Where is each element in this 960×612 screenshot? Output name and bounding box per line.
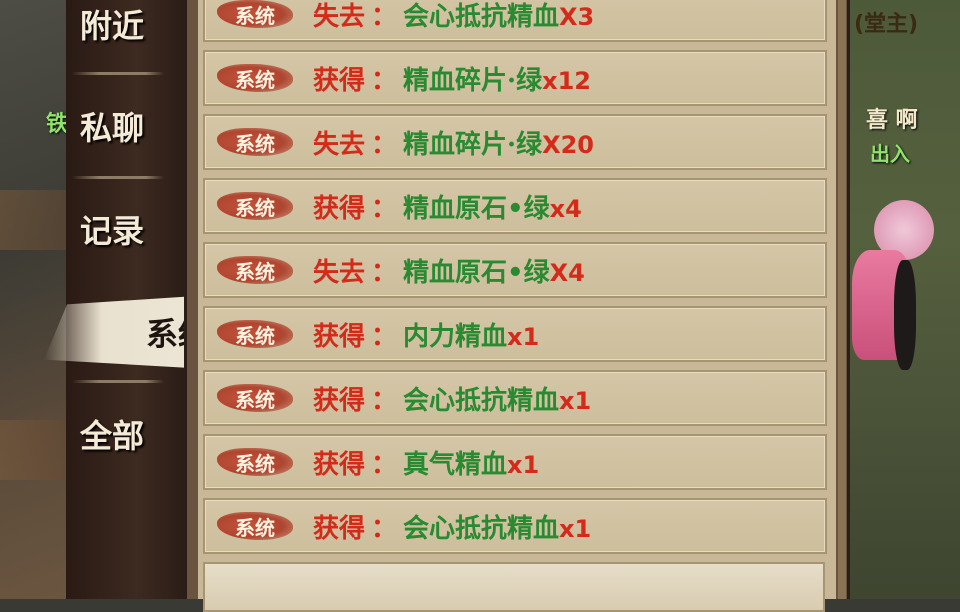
message-item: 真气精血 <box>403 449 508 480</box>
message-colon: ： <box>371 449 398 480</box>
message-item: 精血碎片·绿 <box>403 65 543 96</box>
message-quantity: x12 <box>542 66 591 95</box>
message-item: 精血原石•绿 <box>403 257 550 288</box>
message-colon: ： <box>371 385 398 416</box>
message-row[interactable]: 系统 获得：会心抵抗精血x1 <box>203 498 827 554</box>
message-quantity: x4 <box>549 194 582 223</box>
system-badge: 系统 <box>217 445 293 479</box>
tab-private-chat[interactable]: 私聊 <box>66 80 170 172</box>
message-item: 精血原石•绿 <box>403 193 550 224</box>
tab-all[interactable]: 全部 <box>66 388 170 480</box>
message-quantity: X4 <box>549 258 585 287</box>
message-quantity: x1 <box>507 322 540 351</box>
message-text: 获得：真气精血x1 <box>313 444 539 481</box>
message-quantity: X3 <box>559 2 595 31</box>
tab-divider <box>72 72 164 75</box>
tab-records[interactable]: 记录 <box>66 183 170 275</box>
message-quantity: x1 <box>559 386 592 415</box>
message-colon: ： <box>371 513 398 544</box>
system-badge: 系统 <box>217 125 293 159</box>
message-row[interactable]: 系统 失去：精血原石•绿X4 <box>203 242 827 298</box>
message-row[interactable]: 系统 获得：精血碎片·绿x12 <box>203 50 827 106</box>
message-item: 精血碎片·绿 <box>403 129 543 160</box>
message-verb: 获得 <box>313 385 366 416</box>
message-quantity: X20 <box>542 130 594 159</box>
chat-input-area[interactable] <box>203 562 825 612</box>
system-badge: 系统 <box>217 317 293 351</box>
message-item: 会心抵抗精血 <box>403 513 560 544</box>
message-text: 失去：精血碎片·绿X20 <box>313 124 594 161</box>
message-verb: 失去 <box>313 257 366 288</box>
system-badge: 系统 <box>217 509 293 543</box>
message-verb: 获得 <box>313 513 366 544</box>
message-row[interactable]: 系统 获得：真气精血x1 <box>203 434 827 490</box>
message-text: 获得：会心抵抗精血x1 <box>313 380 591 417</box>
tab-divider <box>72 380 164 383</box>
npc-name-left[interactable]: 铁 <box>46 106 68 138</box>
message-verb: 失去 <box>313 129 366 160</box>
message-colon: ： <box>371 257 398 288</box>
message-text: 失去：会心抵抗精血X3 <box>313 0 594 33</box>
character-shadow-icon <box>894 260 916 370</box>
chat-tab-column: 附近 私聊 记录 系统 全部 <box>44 0 236 599</box>
tab-nearby[interactable]: 附近 <box>66 0 170 70</box>
message-verb: 获得 <box>313 321 366 352</box>
message-text: 获得：精血原石•绿x4 <box>313 188 582 225</box>
message-row[interactable]: 系统 获得：内力精血x1 <box>203 306 827 362</box>
message-text: 获得：精血碎片·绿x12 <box>313 60 591 97</box>
npc-title[interactable]: (堂主) <box>854 6 918 38</box>
message-row[interactable]: 系统 获得：会心抵抗精血x1 <box>203 370 827 426</box>
message-colon: ： <box>371 129 398 160</box>
system-badge: 系统 <box>217 381 293 415</box>
message-row[interactable]: 系统 获得：精血原石•绿x4 <box>203 178 827 234</box>
message-item: 内力精血 <box>403 321 508 352</box>
tab-divider <box>72 176 164 179</box>
system-badge: 系统 <box>217 253 293 287</box>
system-badge: 系统 <box>217 0 293 31</box>
message-text: 失去：精血原石•绿X4 <box>313 252 585 289</box>
message-item: 会心抵抗精血 <box>403 1 560 32</box>
npc-subtitle[interactable]: 出入 <box>870 138 910 167</box>
message-item: 会心抵抗精血 <box>403 385 560 416</box>
message-verb: 失去 <box>313 1 366 32</box>
message-verb: 获得 <box>313 193 366 224</box>
message-text: 获得：内力精血x1 <box>313 316 539 353</box>
message-row[interactable]: 系统 失去：精血碎片·绿X20 <box>203 114 827 170</box>
message-quantity: x1 <box>559 514 592 543</box>
message-row[interactable]: 系统 失去：会心抵抗精血X3 <box>203 0 827 42</box>
system-message-panel[interactable]: 系统 失去：会心抵抗精血X3 系统 获得：精血碎片·绿x12 系统 失去：精血碎… <box>184 0 850 612</box>
message-colon: ： <box>371 321 398 352</box>
game-world-right: (堂主) 喜 啊 出入 <box>846 0 960 599</box>
message-text: 获得：会心抵抗精血x1 <box>313 508 591 545</box>
message-quantity: x1 <box>507 450 540 479</box>
system-badge: 系统 <box>217 61 293 95</box>
message-colon: ： <box>371 65 398 96</box>
message-colon: ： <box>371 193 398 224</box>
system-badge: 系统 <box>217 189 293 223</box>
message-scrollbar[interactable] <box>838 0 846 599</box>
message-verb: 获得 <box>313 65 366 96</box>
npc-name-right[interactable]: 喜 啊 <box>866 102 918 134</box>
message-colon: ： <box>371 1 398 32</box>
message-verb: 获得 <box>313 449 366 480</box>
